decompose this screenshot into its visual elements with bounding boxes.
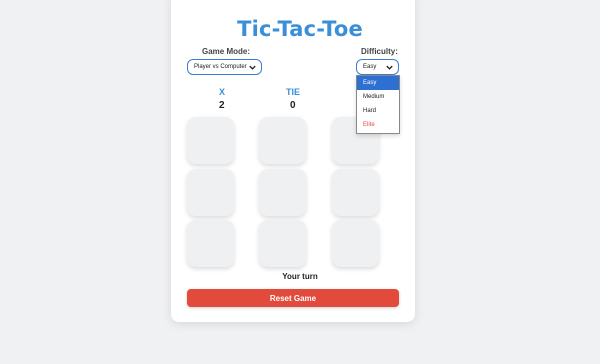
score-label-x: X xyxy=(219,87,226,97)
board-cell[interactable] xyxy=(259,169,306,216)
score-value-tie: 0 xyxy=(290,100,296,111)
difficulty-option-elite[interactable]: Elite xyxy=(357,118,399,132)
difficulty-value: Easy xyxy=(363,64,377,70)
board-cell[interactable] xyxy=(259,220,306,267)
board-cell[interactable] xyxy=(187,117,234,164)
reset-game-button[interactable]: Reset Game xyxy=(187,289,399,307)
difficulty-option-medium[interactable]: Medium xyxy=(357,90,399,104)
chevron-down-icon xyxy=(386,65,393,70)
board-cell[interactable] xyxy=(332,169,379,216)
board-cell[interactable] xyxy=(187,169,234,216)
turn-status: Your turn xyxy=(282,272,318,281)
board-cell[interactable] xyxy=(259,117,306,164)
page-title: Tic-Tac-Toe xyxy=(237,17,363,41)
difficulty-option-easy[interactable]: Easy xyxy=(357,76,399,90)
difficulty-dropdown-list: Easy Medium Hard Elite xyxy=(356,75,400,134)
difficulty-select[interactable]: Easy xyxy=(356,59,399,75)
chevron-down-icon xyxy=(249,65,256,70)
game-mode-label: Game Mode: xyxy=(202,47,251,56)
board-cell[interactable] xyxy=(187,220,234,267)
game-mode-value: Player vs Computer xyxy=(194,64,247,70)
difficulty-label: Difficulty: xyxy=(361,47,398,56)
game-mode-select[interactable]: Player vs Computer xyxy=(187,59,262,75)
difficulty-option-hard[interactable]: Hard xyxy=(357,104,399,118)
board-cell[interactable] xyxy=(332,220,379,267)
score-value-x: 2 xyxy=(219,100,225,111)
score-label-tie: TIE xyxy=(286,87,301,97)
